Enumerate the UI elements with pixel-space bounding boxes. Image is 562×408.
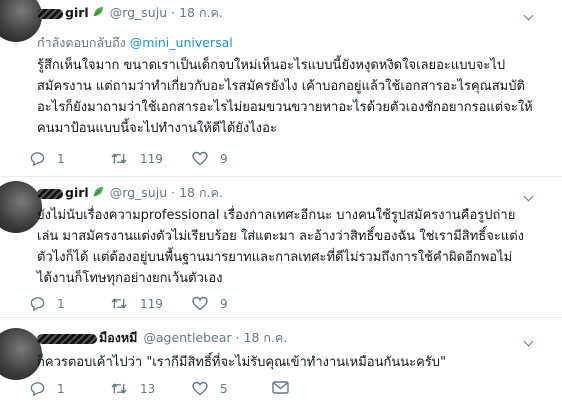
redacted-name-scribble bbox=[37, 188, 63, 199]
chevron-down-icon[interactable] bbox=[523, 191, 534, 202]
leaf-icon bbox=[93, 187, 103, 197]
heart-icon bbox=[192, 381, 208, 396]
retweet-button[interactable]: 119 bbox=[110, 296, 163, 311]
tweet-header: มืองหมี @agentlebear · 18 ก.ค. bbox=[37, 328, 287, 346]
reply-count: 1 bbox=[57, 151, 65, 166]
envelope-icon bbox=[272, 381, 289, 394]
heart-icon bbox=[192, 296, 208, 311]
like-count: 5 bbox=[220, 381, 228, 396]
retweet-icon bbox=[111, 153, 127, 164]
timestamp[interactable]: 18 ก.ค. bbox=[179, 185, 223, 200]
tweet-2[interactable]: girl @rg_suju · 18 ก.ค. ยังไม่นับเรื่องความ… bbox=[0, 176, 562, 317]
reply-icon bbox=[30, 382, 45, 396]
like-button[interactable]: 5 bbox=[192, 381, 228, 396]
direct-message-button[interactable] bbox=[272, 381, 289, 394]
like-count: 9 bbox=[220, 296, 228, 311]
redacted-name-scribble bbox=[37, 333, 97, 344]
separator-dot: · bbox=[171, 5, 176, 20]
chevron-down-icon[interactable] bbox=[523, 10, 534, 21]
avatar[interactable] bbox=[0, 0, 42, 42]
tweet-text-line: ยังไม่นับเรื่องความprofessional เรื่องกา… bbox=[37, 208, 516, 223]
handle[interactable]: @rg_suju bbox=[110, 5, 167, 20]
tweet-text-line: รู้สึกเห็นใจมาก ขนาดเราเป็นเด็กจบใหม่เห็… bbox=[37, 58, 506, 73]
retweet-icon bbox=[111, 298, 127, 309]
tweet-header: girl @rg_suju · 18 ก.ค. bbox=[37, 3, 223, 21]
tweet-text: ยังไม่นับเรื่องความprofessional เรื่องกา… bbox=[37, 205, 544, 289]
tweet-text-line: คนมาป้อนแบบนี้จะไปทำงานให้ดีได้ยังไงอะ bbox=[37, 121, 277, 136]
leaf-icon bbox=[93, 7, 103, 17]
heart-icon bbox=[192, 151, 208, 166]
tweet-text-line: อะไรก็ยังมาถามว่าใช้เอกสารอะไรไม่ยอมขวนข… bbox=[37, 100, 533, 115]
tweet-1[interactable]: girl @rg_suju · 18 ก.ค. กำลังตอบกลับถึง @mi… bbox=[0, 0, 562, 176]
retweet-count: 13 bbox=[140, 381, 156, 396]
separator-dot: · bbox=[171, 185, 176, 200]
handle[interactable]: @agentlebear bbox=[143, 330, 231, 345]
reply-icon bbox=[30, 152, 45, 166]
tweet-text-line: เล่น มาสมัครงานแต่งตัวไม่เรียบร้อย ใส่แต… bbox=[37, 229, 524, 244]
reply-button[interactable]: 1 bbox=[30, 381, 65, 396]
timestamp[interactable]: 18 ก.ค. bbox=[179, 5, 223, 20]
display-name[interactable]: girl bbox=[65, 5, 89, 20]
tweet-text-line: ก็ควรตอบเค้าไปว่า "เรากีมีสิทธิ์ที่จะไม่… bbox=[37, 355, 447, 370]
like-count: 9 bbox=[220, 151, 228, 166]
reply-button[interactable]: 1 bbox=[30, 296, 65, 311]
redacted-name-scribble bbox=[37, 8, 63, 19]
like-button[interactable]: 9 bbox=[192, 151, 228, 166]
display-name[interactable]: girl bbox=[65, 185, 89, 200]
retweet-icon bbox=[111, 383, 127, 394]
display-name[interactable]: มืองหมี bbox=[99, 330, 137, 345]
reply-count: 1 bbox=[57, 381, 65, 396]
avatar[interactable] bbox=[0, 328, 42, 380]
reply-icon bbox=[30, 297, 45, 311]
reply-button[interactable]: 1 bbox=[30, 151, 65, 166]
handle[interactable]: @rg_suju bbox=[110, 185, 167, 200]
tweet-text-line: สมัครงาน แต่ถามว่าทำเกี่ยวกับอะไรสมัครยั… bbox=[37, 79, 525, 94]
timestamp[interactable]: 18 ก.ค. bbox=[244, 330, 288, 345]
replying-to-link[interactable]: @mini_universal bbox=[130, 35, 233, 50]
retweet-count: 119 bbox=[140, 151, 163, 166]
chevron-down-icon[interactable] bbox=[523, 336, 534, 347]
tweet-text: ก็ควรตอบเค้าไปว่า "เรากีมีสิทธิ์ที่จะไม่… bbox=[37, 352, 544, 373]
replying-to: กำลังตอบกลับถึง @mini_universal bbox=[37, 33, 233, 53]
separator-dot: · bbox=[235, 330, 240, 345]
retweet-button[interactable]: 13 bbox=[110, 381, 155, 396]
replying-prefix: กำลังตอบกลับถึง bbox=[37, 35, 126, 50]
like-button[interactable]: 9 bbox=[192, 296, 228, 311]
tweet-header: girl @rg_suju · 18 ก.ค. bbox=[37, 183, 223, 201]
tweet-text-line: ได้งานก็โทษทุกอย่างยกเว้นตัวเอง bbox=[37, 271, 223, 286]
tweet-text-line: ตัวไงก็ได้ แต่ต้องอยู่บนพื้นฐานมารยาทและ… bbox=[37, 250, 513, 265]
tweet-3[interactable]: มืองหมี @agentlebear · 18 ก.ค. ก็ควรตอบเค้า… bbox=[0, 317, 562, 408]
retweet-count: 119 bbox=[140, 296, 163, 311]
reply-count: 1 bbox=[57, 296, 65, 311]
retweet-button[interactable]: 119 bbox=[110, 151, 163, 166]
tweet-text: รู้สึกเห็นใจมาก ขนาดเราเป็นเด็กจบใหม่เห็… bbox=[37, 55, 544, 139]
avatar[interactable] bbox=[0, 181, 42, 233]
